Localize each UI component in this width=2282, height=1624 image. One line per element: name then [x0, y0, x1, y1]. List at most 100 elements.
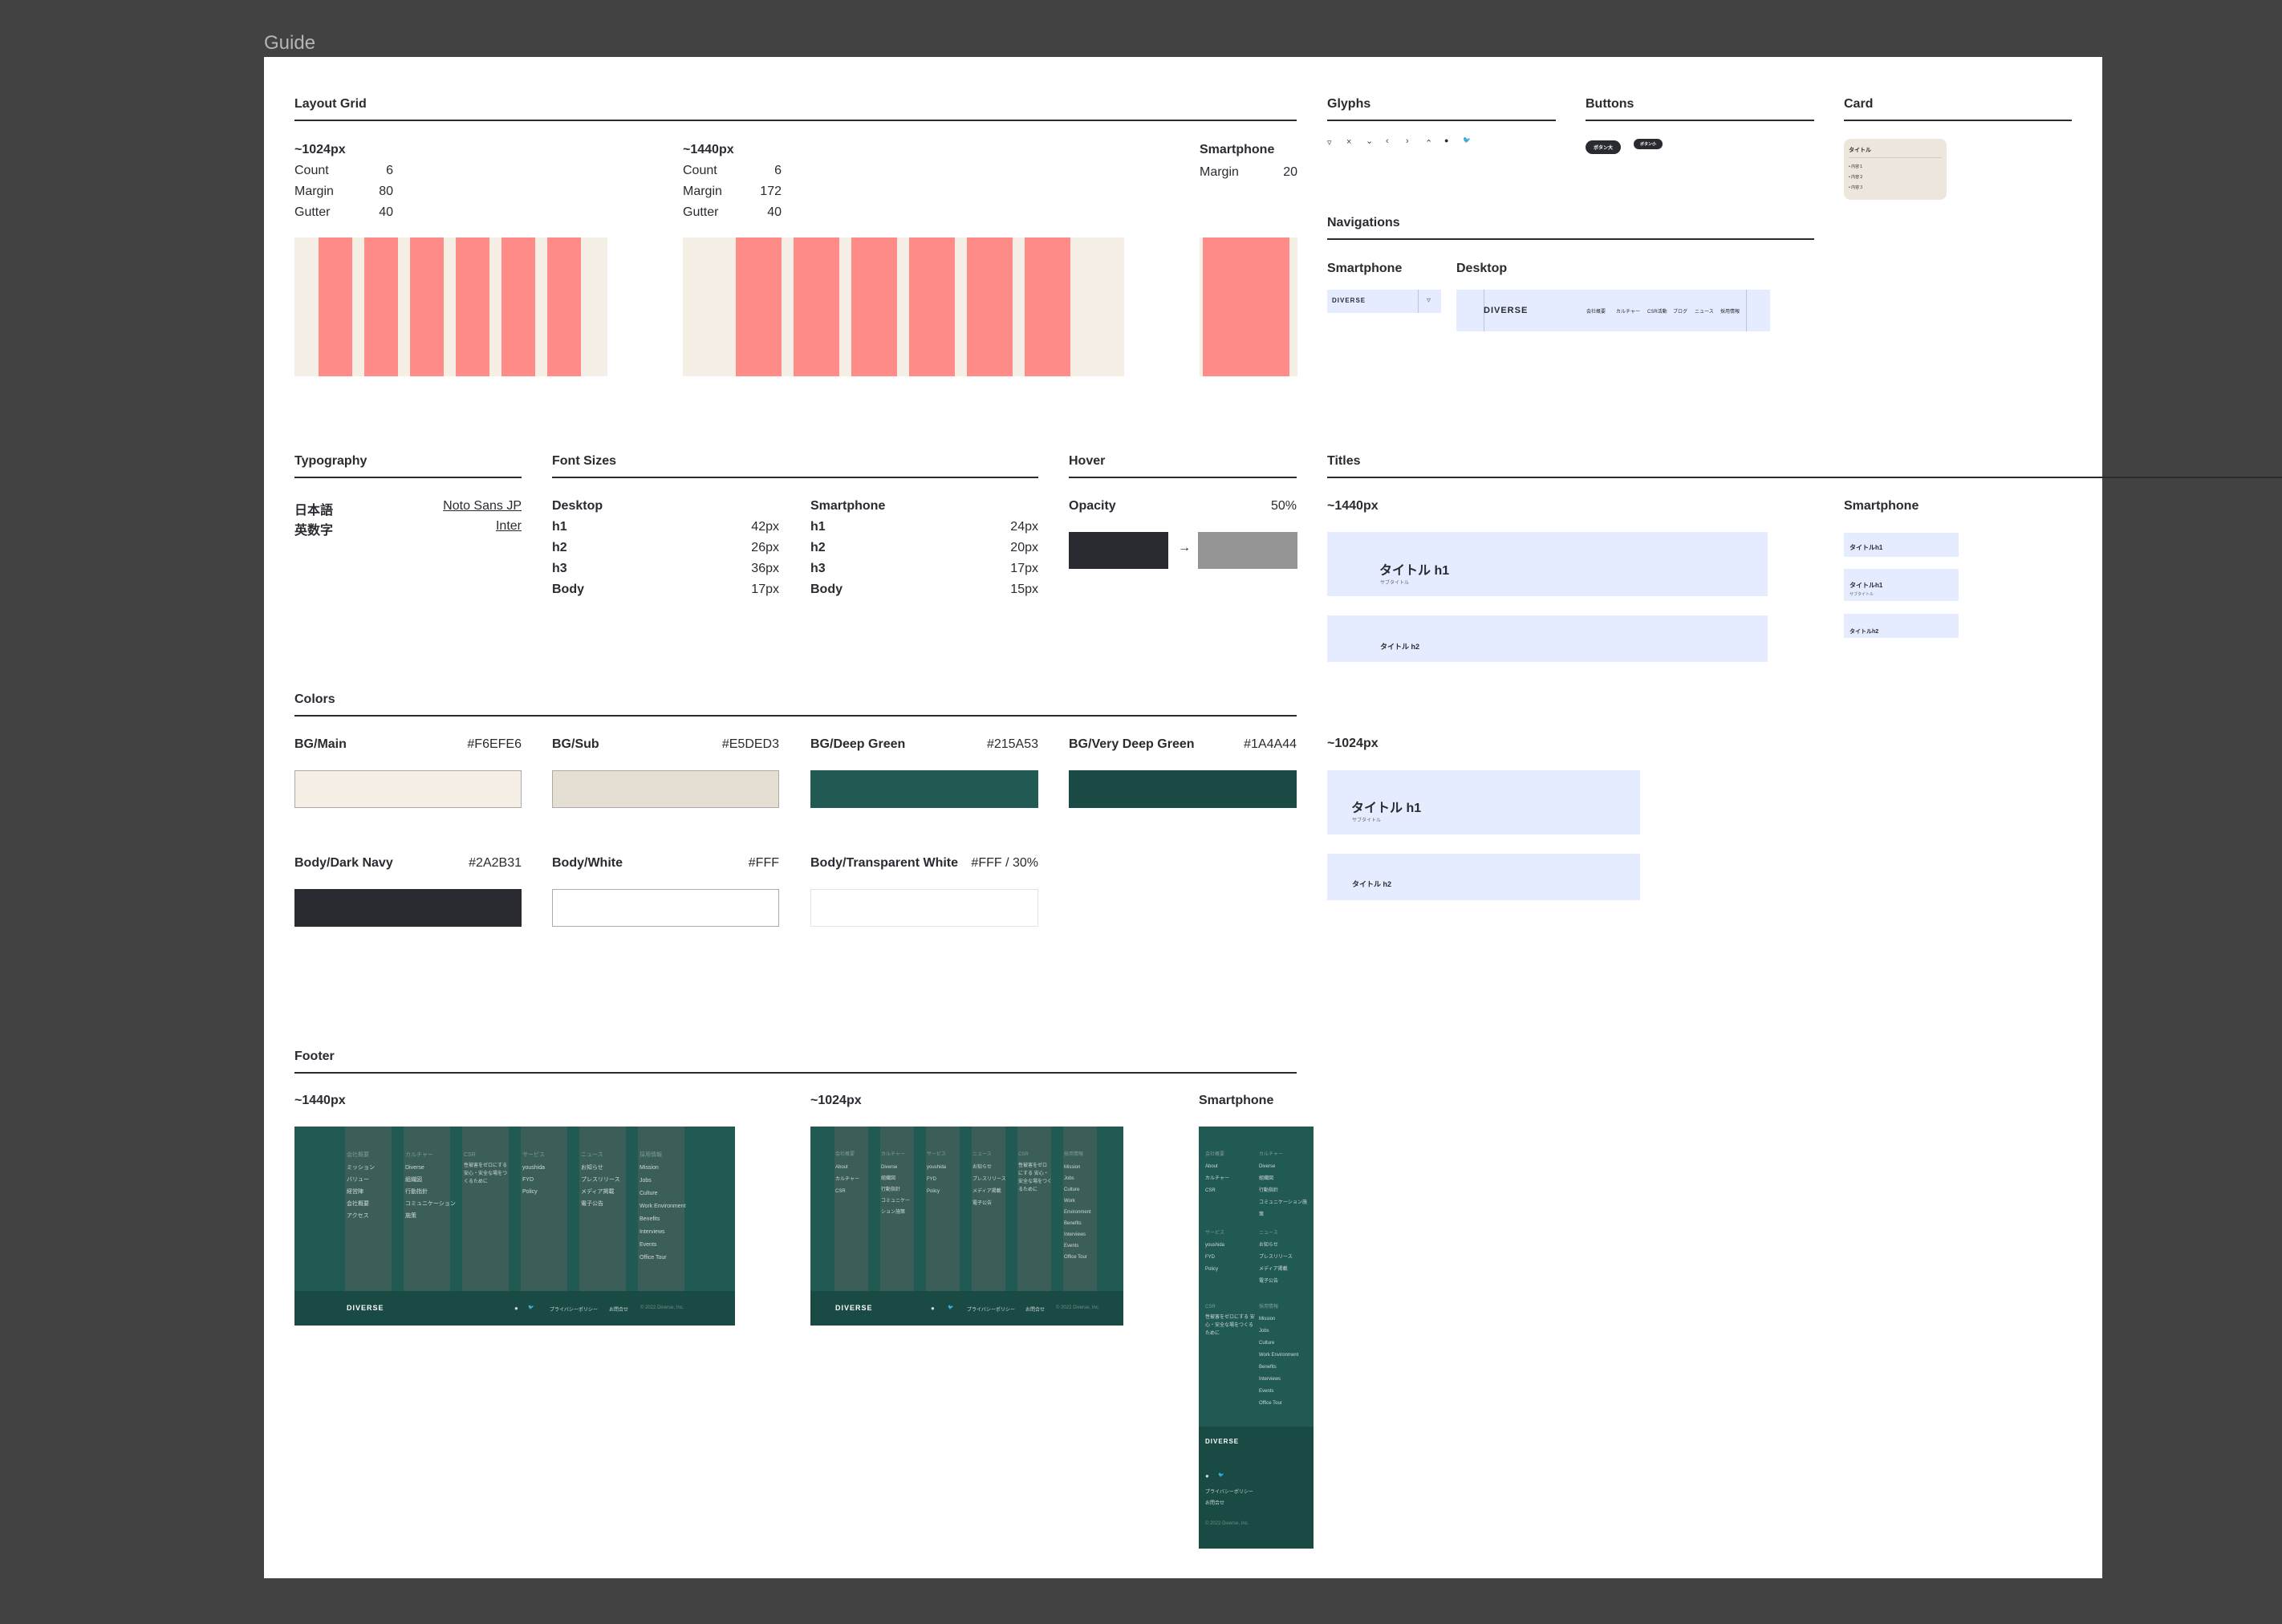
nav-desktop-label: Desktop	[1456, 262, 1508, 275]
footer-col-links[interactable]: youshida FYD Policy	[522, 1162, 545, 1198]
footer-bottom-bar: DIVERSE ● 🐦 プライバシーポリシー お問合せ © 2022 Diver…	[1199, 1427, 1314, 1549]
guide-board: Layout Grid ~1024px Count 6 Margin 80 Gutt…	[264, 57, 2282, 1578]
color-swatch	[294, 770, 522, 808]
footer-logo[interactable]: DIVERSE	[347, 1304, 384, 1312]
footer-col-head: ニュース	[1259, 1231, 1278, 1236]
nav-link[interactable]: 採用情報	[1720, 307, 1740, 315]
card-item: • 内容３	[1849, 185, 1864, 190]
footer-col-head: サービス	[522, 1152, 545, 1158]
footer-col-head: 会社概要	[347, 1152, 369, 1158]
color-swatch	[1069, 770, 1297, 808]
section-titles: Titles	[1327, 454, 2282, 478]
footer-col-links[interactable]: Mission Jobs Culture Work Environment Be…	[640, 1162, 685, 1265]
nav-link[interactable]: ニュース	[1695, 307, 1714, 315]
color-swatch	[552, 889, 779, 927]
nav-smartphone-sample: DIVERSE ▿	[1327, 290, 1441, 313]
footer-col-links[interactable]: Diverse 組織図 行動指針 コミュニケーション施策	[1259, 1161, 1310, 1221]
title-subtitle: サブタイトル	[1850, 592, 1874, 597]
footer-col-head: ニュース	[972, 1152, 992, 1157]
footer-1024-label: ~1024px	[810, 1094, 862, 1107]
footer-privacy-link[interactable]: プライバシーポリシー	[1205, 1488, 1253, 1495]
hover-after-swatch	[1198, 532, 1297, 569]
title-h1: タイトルh1	[1850, 582, 1883, 589]
hover-opacity: Opacity 50%	[1069, 499, 1297, 513]
arrow-right-icon: →	[1178, 541, 1191, 554]
footer-col-head: ニュース	[581, 1152, 603, 1158]
facebook-icon[interactable]: ●	[1205, 1472, 1209, 1480]
footer-col-links[interactable]: About カルチャー CSR	[1205, 1161, 1229, 1197]
footer-privacy-link[interactable]: プライバシーポリシー	[550, 1305, 598, 1313]
title-h2-1440: タイトル h2	[1327, 615, 1768, 662]
font-desktop-body: Body 17px	[552, 583, 779, 596]
section-buttons: Buttons	[1586, 97, 1814, 121]
footer-col-head: 採用情報	[1064, 1152, 1084, 1157]
footer-col-head: CSR	[1205, 1305, 1216, 1309]
footer-privacy-link[interactable]: プライバシーポリシー	[967, 1305, 1015, 1313]
footer-col-head: サービス	[927, 1152, 947, 1157]
color-body-white: Body/White #FFF	[552, 856, 779, 870]
footer-logo[interactable]: DIVERSE	[1205, 1438, 1239, 1445]
footer-col-head: カルチャー	[405, 1152, 433, 1158]
nav-logo[interactable]: DIVERSE	[1332, 297, 1366, 304]
section-colors: Colors	[294, 692, 1297, 717]
twitter-icon[interactable]: 🐦	[528, 1305, 534, 1310]
footer-col-links[interactable]: Diverse 組織図 行動指針 コミュニケーション 施策	[405, 1162, 456, 1222]
footer-col-links[interactable]: About カルチャー CSR	[835, 1162, 859, 1198]
nav-link[interactable]: ブログ	[1673, 307, 1687, 315]
footer-col-head: 会社概要	[835, 1152, 855, 1157]
menu-icon[interactable]: ▿	[1427, 296, 1431, 305]
card-sample[interactable]: タイトル • 内容１ • 内容２ • 内容３	[1844, 139, 1947, 200]
title-h2: タイトルh2	[1850, 629, 1879, 635]
footer-col-links[interactable]: youshida FYD Policy	[927, 1162, 946, 1198]
font-sp-body: Body 15px	[810, 583, 1038, 596]
grid-column	[410, 238, 444, 376]
grid-1440-count: Count 6	[683, 164, 782, 177]
nav-link[interactable]: カルチャー	[1616, 307, 1640, 315]
footer-col-links[interactable]: Mission Jobs Culture Work Environment Be…	[1259, 1313, 1298, 1410]
grid-1024-gutter: Gutter 40	[294, 205, 393, 219]
button-small-sample[interactable]: ボタン小	[1634, 139, 1663, 149]
titles-1440-label: ~1440px	[1327, 499, 1379, 513]
footer-bottom-bar: DIVERSE ● 🐦 プライバシーポリシー お問合せ © 2022 Diver…	[294, 1291, 735, 1326]
footer-col-links[interactable]: お知らせ プレスリリース メディア掲載 電子公告	[1259, 1240, 1293, 1288]
title-sp-h2: タイトルh2	[1844, 614, 1959, 638]
twitter-icon[interactable]: 🐦	[948, 1305, 953, 1310]
footer-col-links[interactable]: 性被害をゼロにする 安心・安全な場をつくるために	[464, 1162, 509, 1186]
nav-link[interactable]: CSR活動	[1647, 307, 1667, 315]
title-h1: タイトルh1	[1850, 544, 1883, 551]
chevron-right-icon: ›	[1406, 136, 1409, 146]
nav-link[interactable]: 会社概要	[1586, 307, 1606, 315]
footer-col-links[interactable]: Mission Jobs Culture Work Environment Be…	[1064, 1162, 1091, 1263]
footer-col-links[interactable]: 性被害をゼロにする 安心・安全な場をつくるために	[1205, 1313, 1255, 1338]
title-sp-h1: タイトルh1	[1844, 533, 1959, 557]
section-glyphs: Glyphs	[1327, 97, 1556, 121]
titles-1024-label: ~1024px	[1327, 737, 1379, 750]
facebook-icon[interactable]: ●	[931, 1305, 935, 1312]
footer-col-links[interactable]: ミッション バリュー 経営陣 会社概要 アクセス	[347, 1162, 375, 1222]
footer-col-links[interactable]: 性被害をゼロにする 安心・安全な場をつくるために	[1018, 1162, 1052, 1194]
footer-contact-link[interactable]: お問合せ	[1205, 1499, 1224, 1506]
section-typography: Typography	[294, 454, 522, 478]
footer-copyright: © 2022 Diverse, Inc.	[640, 1305, 684, 1310]
footer-contact-link[interactable]: お問合せ	[609, 1305, 628, 1313]
footer-col-head: 採用情報	[1259, 1305, 1279, 1309]
footer-col-head: 会社概要	[1205, 1152, 1225, 1157]
footer-col-links[interactable]: Diverse 組織図 行動指針 コミュニケー ション施策	[881, 1162, 910, 1218]
button-large-sample[interactable]: ボタン大	[1586, 140, 1622, 154]
facebook-icon[interactable]: ●	[514, 1305, 518, 1312]
footer-sp-label: Smartphone	[1199, 1094, 1274, 1107]
grid-column	[456, 238, 489, 376]
footer-logo[interactable]: DIVERSE	[835, 1304, 873, 1312]
grid-column	[547, 238, 581, 376]
section-footer: Footer	[294, 1050, 1297, 1074]
nav-logo[interactable]: DIVERSE	[1484, 306, 1528, 315]
chevron-left-icon: ‹	[1386, 136, 1389, 146]
footer-smartphone-sample: 会社概要 About カルチャー CSR カルチャー Diverse 組織図 行…	[1199, 1127, 1314, 1549]
twitter-icon[interactable]: 🐦	[1218, 1472, 1224, 1478]
title-h2-1024: タイトル h2	[1327, 854, 1640, 900]
font-desktop-h2: h2 26px	[552, 541, 779, 554]
footer-contact-link[interactable]: お問合せ	[1025, 1305, 1045, 1313]
footer-col-links[interactable]: お知らせ プレスリリース メディア掲載 電子公告	[972, 1162, 1006, 1210]
footer-col-links[interactable]: youshida FYD Policy	[1205, 1240, 1224, 1276]
footer-col-links[interactable]: お知らせ プレスリリース メディア掲載 電子公告	[581, 1162, 620, 1210]
